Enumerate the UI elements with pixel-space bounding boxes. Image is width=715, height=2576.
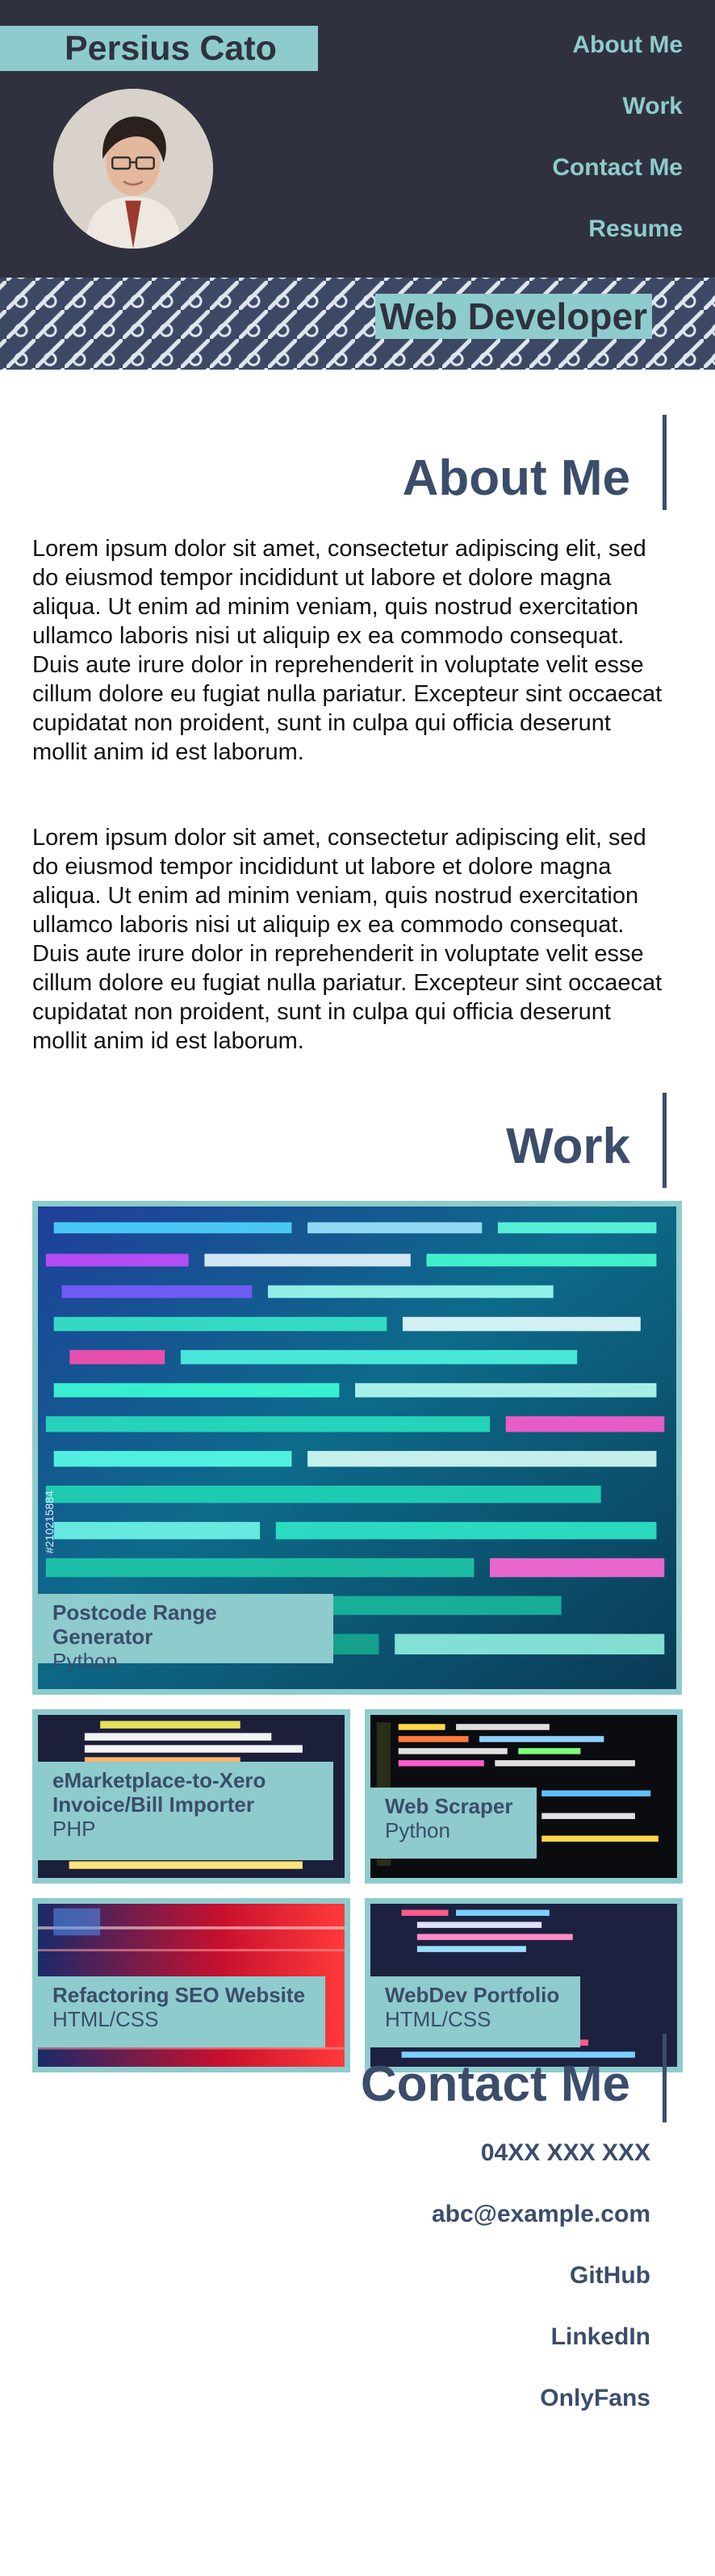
project-language: PHP [52, 1817, 96, 1841]
about-heading: About Me [402, 450, 630, 506]
project-title: Postcode Range Generator [52, 1600, 217, 1649]
project-title: eMarketplace-to-Xero Invoice/Bill Import… [52, 1768, 266, 1817]
avatar [53, 89, 213, 249]
about-paragraph: Lorem ipsum dolor sit amet, consectetur … [32, 825, 663, 1054]
project-caption: Postcode Range Generator Python [38, 1594, 333, 1673]
contact-section: Contact Me 04XX XXX XXX abc@example.com … [0, 2018, 715, 2576]
project-card[interactable]: Web Scraper Python [365, 1709, 683, 1884]
contact-linkedin-link[interactable]: LinkedIn [432, 2321, 650, 2382]
main-nav: About Me Work Contact Me Resume [552, 21, 683, 266]
contact-list: 04XX XXX XXX abc@example.com GitHub Link… [432, 2137, 650, 2444]
image-credit: #210215884 [43, 1491, 56, 1554]
project-card[interactable]: #210215884 Postcode Range Generator Pyth… [32, 1201, 682, 1695]
contact-heading: Contact Me [360, 2056, 630, 2112]
project-caption: eMarketplace-to-Xero Invoice/Bill Import… [38, 1762, 333, 1860]
heading-accent-bar [663, 1093, 667, 1188]
contact-github-link[interactable]: GitHub [432, 2260, 650, 2321]
project-language: Python [385, 1818, 450, 1842]
project-title: Web Scraper [385, 1794, 513, 1818]
about-paragraph: Lorem ipsum dolor sit amet, consectetur … [32, 536, 663, 765]
nav-link-resume[interactable]: Resume [552, 205, 683, 266]
project-title: Refactoring SEO Website [52, 1983, 306, 2007]
about-section: About Me Lorem ipsum dolor sit amet, con… [0, 370, 715, 1086]
site-name: Persius Cato [0, 26, 318, 71]
tagline: Web Developer [374, 294, 652, 339]
project-caption: Web Scraper Python [370, 1788, 537, 1859]
site-header: Persius Cato About Me Work Contact Me Re… [0, 0, 715, 278]
contact-phone-link[interactable]: 04XX XXX XXX [432, 2137, 650, 2198]
contact-email-link[interactable]: abc@example.com [432, 2198, 650, 2260]
heading-accent-bar [663, 415, 667, 510]
contact-onlyfans-link[interactable]: OnlyFans [432, 2382, 650, 2444]
project-title: WebDev Portfolio [385, 1983, 560, 2007]
avatar-portrait-image [53, 89, 213, 249]
project-language: Python [52, 1649, 118, 1673]
work-heading: Work [506, 1119, 630, 1174]
tagline-banner: Web Developer [0, 278, 715, 370]
work-section: Work #210215884 Postcode Range Generator… [0, 1086, 715, 2072]
nav-link-about[interactable]: About Me [552, 21, 683, 82]
nav-link-contact[interactable]: Contact Me [552, 144, 683, 205]
heading-accent-bar [663, 2034, 667, 2122]
project-card[interactable]: eMarketplace-to-Xero Invoice/Bill Import… [32, 1709, 350, 1884]
nav-link-work[interactable]: Work [552, 82, 683, 144]
